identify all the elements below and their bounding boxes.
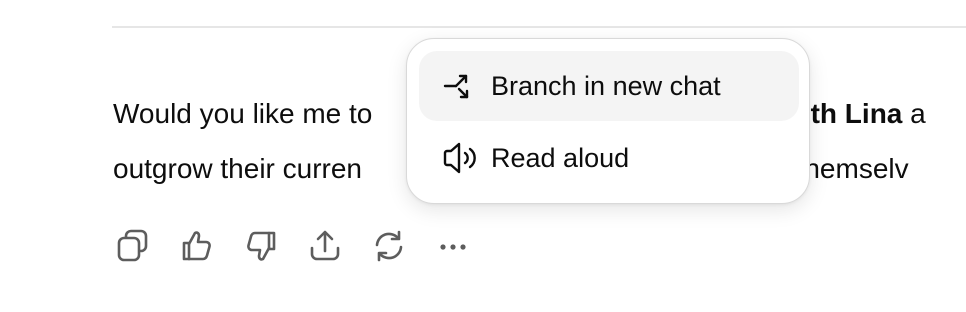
menu-item-read-aloud[interactable]: Read aloud (419, 123, 799, 193)
chat-page: Would you like me to both Lina a outgrow … (0, 0, 966, 312)
branch-icon (439, 66, 479, 106)
thumbs-down-icon (247, 231, 276, 261)
menu-item-label: Branch in new chat (491, 70, 721, 101)
menu-item-branch-in-new-chat[interactable]: Branch in new chat (419, 51, 799, 121)
divider (112, 26, 966, 28)
copy-button[interactable] (113, 226, 153, 266)
share-button[interactable] (305, 226, 345, 266)
regenerate-button[interactable] (369, 226, 409, 266)
refresh-icon (375, 230, 403, 262)
message-line-1-start: Would you like me to (113, 98, 373, 129)
menu-item-label: Read aloud (491, 142, 630, 173)
message-actions (113, 226, 497, 266)
share-icon (310, 230, 340, 261)
ellipsis-icon (440, 244, 466, 250)
bad-response-button[interactable] (241, 226, 281, 266)
speaker-icon (439, 138, 479, 178)
more-actions-button[interactable] (433, 226, 473, 266)
message-line-2-start: outgrow their curren (113, 153, 363, 184)
thumbs-up-icon (182, 231, 211, 261)
copy-icon (117, 229, 148, 262)
message-line-1-end: a (902, 98, 926, 129)
more-actions-menu: Branch in new chat Read aloud (406, 38, 810, 204)
good-response-button[interactable] (177, 226, 217, 266)
